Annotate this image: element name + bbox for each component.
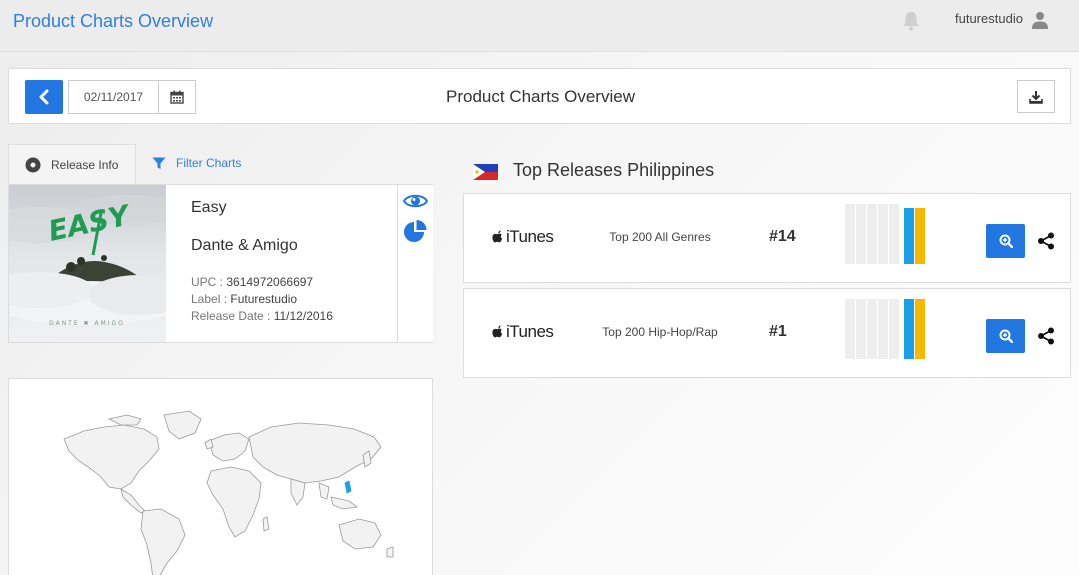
eye-icon[interactable] — [403, 192, 428, 210]
pie-chart-icon[interactable] — [403, 219, 428, 244]
world-map-card — [8, 378, 433, 575]
release-label: Label : Futurestudio — [191, 292, 298, 306]
release-date: Release Date : 11/12/2016 — [191, 309, 333, 323]
chart-row: iTunes Top 200 All Genres #14 — [463, 193, 1071, 283]
section-title: Top Releases Philippines — [513, 160, 715, 180]
chart-row: iTunes Top 200 Hip-Hop/Rap #1 — [463, 288, 1071, 378]
cover-artist-text: DANTE ✖ AMIGO — [49, 320, 125, 327]
release-artist: Dante & Amigo — [191, 237, 298, 254]
share-icon[interactable] — [1037, 232, 1055, 250]
username[interactable]: futurestudio — [955, 11, 1023, 26]
user-icon[interactable] — [1031, 11, 1049, 29]
tab-filter-charts-label: Filter Charts — [176, 156, 242, 170]
tab-release-info[interactable]: Release Info — [8, 144, 136, 185]
tab-filter-charts[interactable]: Filter Charts — [152, 156, 241, 170]
chart-name: Top 200 All Genres — [609, 230, 711, 244]
release-title: Easy — [191, 199, 227, 216]
page-title: Product Charts Overview — [446, 87, 635, 106]
release-upc: UPC : 3614972066697 — [191, 275, 314, 289]
download-icon — [1029, 90, 1043, 104]
bell-icon[interactable] — [902, 11, 920, 31]
toolbar-card: Product Charts Overview — [8, 68, 1071, 124]
disc-icon — [25, 157, 41, 173]
chart-name: Top 200 Hip-Hop/Rap — [602, 325, 718, 339]
rank-history-bars — [845, 204, 925, 264]
zoom-button[interactable] — [986, 224, 1025, 258]
tab-release-info-label: Release Info — [51, 158, 119, 172]
download-button[interactable] — [1017, 80, 1055, 113]
chart-rank: #14 — [769, 228, 796, 245]
release-side-actions — [397, 185, 433, 342]
top-bar: Product Charts Overview futurestudio — [0, 0, 1079, 52]
share-icon[interactable] — [1037, 327, 1055, 345]
world-map[interactable] — [9, 379, 433, 575]
zoom-button[interactable] — [986, 319, 1025, 353]
app-title[interactable]: Product Charts Overview — [13, 11, 213, 32]
filter-icon — [152, 157, 166, 169]
ph-flag-icon — [473, 164, 498, 180]
release-info-card: EASY DANTE ✖ AMIGO Easy Dante & Amigo UP… — [8, 184, 433, 343]
zoom-in-icon — [999, 234, 1013, 248]
rank-history-bars — [845, 299, 925, 359]
zoom-in-icon — [999, 329, 1013, 343]
album-cover: EASY DANTE ✖ AMIGO — [9, 185, 166, 342]
chart-rank: #1 — [769, 323, 787, 340]
